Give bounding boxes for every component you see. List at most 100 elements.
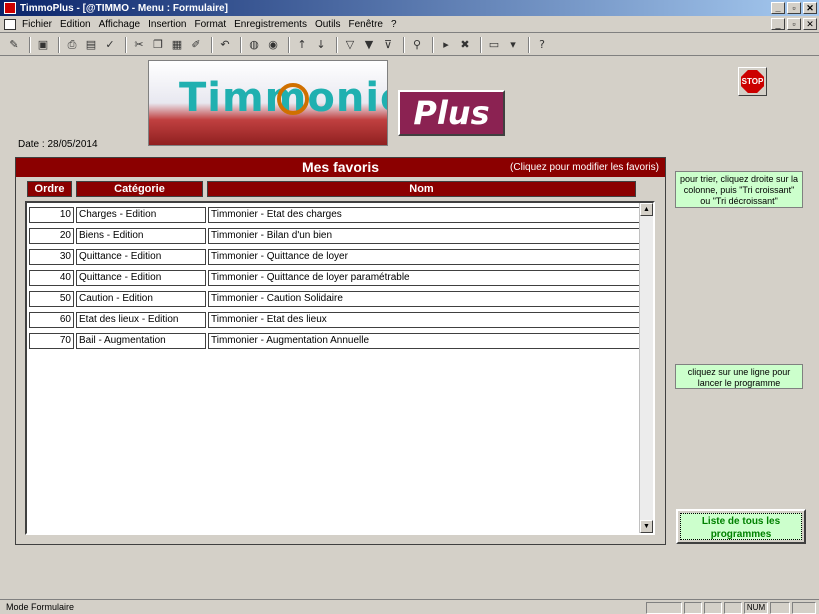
column-header-order[interactable]: Ordre [27,181,72,197]
all-programs-button[interactable]: Liste de tous les programmes [676,509,806,544]
stop-button[interactable]: STOP [738,67,767,96]
toolbar-separator [403,36,405,53]
toolbar-separator [432,36,434,53]
status-panel [704,602,722,614]
toolbar-separator [240,36,242,53]
menu-bar: Fichier Edition Affichage Insertion Form… [0,16,819,33]
filter-by-form-icon[interactable]: ▼ [361,37,377,53]
menu-help[interactable]: ? [391,19,397,30]
order-cell[interactable]: 70 [29,333,74,349]
filter-by-selection-icon[interactable]: ▽ [342,37,358,53]
minimize-button[interactable]: _ [771,2,785,14]
restore-button[interactable]: ▫ [787,2,801,14]
sort-descending-icon[interactable]: ↓ [313,37,329,53]
toolbar-separator [336,36,338,53]
toolbar-separator [58,36,60,53]
date-label: Date : 28/05/2014 [18,139,98,150]
category-cell[interactable]: Quittance - Edition [76,249,206,265]
print-icon[interactable]: ⎙ [64,37,80,53]
name-cell[interactable]: Timmonier - Bilan d'un bien [208,228,641,244]
name-cell[interactable]: Timmonier - Etat des charges [208,207,641,223]
status-panel [792,602,816,614]
sort-hint-note: pour trier, cliquez droite sur la colonn… [675,171,803,208]
toolbar-separator [29,36,31,53]
title-bar: TimmoPlus - [@TIMMO - Menu : Formulaire]… [0,0,819,16]
stop-icon: STOP [741,70,764,93]
order-cell[interactable]: 40 [29,270,74,286]
toolbar-separator [125,36,127,53]
new-record-icon[interactable]: ▸ [438,37,454,53]
menu-file[interactable]: Fichier [22,19,52,30]
plus-logo: Plus [398,90,505,136]
delete-record-icon[interactable]: ✖ [457,37,473,53]
child-close-button[interactable]: ✕ [803,18,817,30]
order-cell[interactable]: 20 [29,228,74,244]
app-icon [4,2,16,14]
window-title: TimmoPlus - [@TIMMO - Menu : Formulaire] [20,2,228,14]
child-minimize-button[interactable]: _ [771,18,785,30]
vertical-scrollbar[interactable]: ▲ ▼ [639,203,653,533]
name-cell[interactable]: Timmonier - Quittance de loyer [208,249,641,265]
menu-format[interactable]: Format [194,19,226,30]
sort-ascending-icon[interactable]: ↑ [294,37,310,53]
menu-view[interactable]: Affichage [99,19,141,30]
copy-icon[interactable]: ❐ [150,37,166,53]
menu-records[interactable]: Enregistrements [234,19,307,30]
logo-compass-icon [277,83,309,115]
toolbar: ✎ ▣ ⎙ ▤ ✓ ✂ ❐ ▦ ✐ ↶ ◍ ◉ ↑ ↓ ▽ ▼ ⊽ ⚲ ▸ ✖ … [0,34,819,56]
window-controls: _ ▫ ✕ [771,2,817,14]
launch-hint-note: cliquez sur une ligne pour lancer le pro… [675,364,803,389]
child-window-controls: _ ▫ ✕ [771,18,817,30]
timmonier-logo: Timmonier [148,60,388,146]
category-cell[interactable]: Bail - Augmentation [76,333,206,349]
menu-tools[interactable]: Outils [315,19,341,30]
form-icon[interactable] [4,18,16,30]
status-panel [684,602,702,614]
save-icon[interactable]: ▣ [35,37,51,53]
all-programs-label: Liste de tous les programmes [680,513,802,540]
favorites-list[interactable]: 10 Charges - Edition Timmonier - Etat de… [25,201,655,535]
help-icon[interactable]: ? [534,37,550,53]
menu-edit[interactable]: Edition [60,19,91,30]
column-header-name[interactable]: Nom [207,181,636,197]
order-cell[interactable]: 50 [29,291,74,307]
num-lock-indicator: NUM [744,602,768,614]
cut-icon[interactable]: ✂ [131,37,147,53]
category-cell[interactable]: Biens - Edition [76,228,206,244]
new-object-icon[interactable]: ▾ [505,37,521,53]
scroll-up-icon[interactable]: ▲ [640,203,653,216]
format-painter-icon[interactable]: ✐ [188,37,204,53]
undo-icon[interactable]: ↶ [217,37,233,53]
print-preview-icon[interactable]: ▤ [83,37,99,53]
order-cell[interactable]: 10 [29,207,74,223]
spelling-icon[interactable]: ✓ [102,37,118,53]
name-cell[interactable]: Timmonier - Augmentation Annuelle [208,333,641,349]
close-button[interactable]: ✕ [803,2,817,14]
order-cell[interactable]: 60 [29,312,74,328]
find-icon[interactable]: ⚲ [409,37,425,53]
name-cell[interactable]: Timmonier - Etat des lieux [208,312,641,328]
name-cell[interactable]: Timmonier - Caution Solidaire [208,291,641,307]
database-window-icon[interactable]: ▭ [486,37,502,53]
toolbar-separator [480,36,482,53]
scroll-down-icon[interactable]: ▼ [640,520,653,533]
paste-icon[interactable]: ▦ [169,37,185,53]
menu-insert[interactable]: Insertion [148,19,186,30]
status-mode: Mode Formulaire [6,602,75,612]
category-cell[interactable]: Quittance - Edition [76,270,206,286]
web-toolbar-icon[interactable]: ◉ [265,37,281,53]
favorites-header: Mes favoris (Cliquez pour modifier les f… [16,158,665,177]
status-panel [770,602,790,614]
name-cell[interactable]: Timmonier - Quittance de loyer paramétra… [208,270,641,286]
child-restore-button[interactable]: ▫ [787,18,801,30]
design-view-icon[interactable]: ✎ [6,37,22,53]
hyperlink-icon[interactable]: ◍ [246,37,262,53]
menu-window[interactable]: Fenêtre [349,19,383,30]
category-cell[interactable]: Caution - Edition [76,291,206,307]
column-header-category[interactable]: Catégorie [76,181,203,197]
category-cell[interactable]: Charges - Edition [76,207,206,223]
edit-favorites-link[interactable]: (Cliquez pour modifier les favoris) [510,162,659,173]
apply-filter-icon[interactable]: ⊽ [380,37,396,53]
category-cell[interactable]: Etat des lieux - Edition [76,312,206,328]
order-cell[interactable]: 30 [29,249,74,265]
